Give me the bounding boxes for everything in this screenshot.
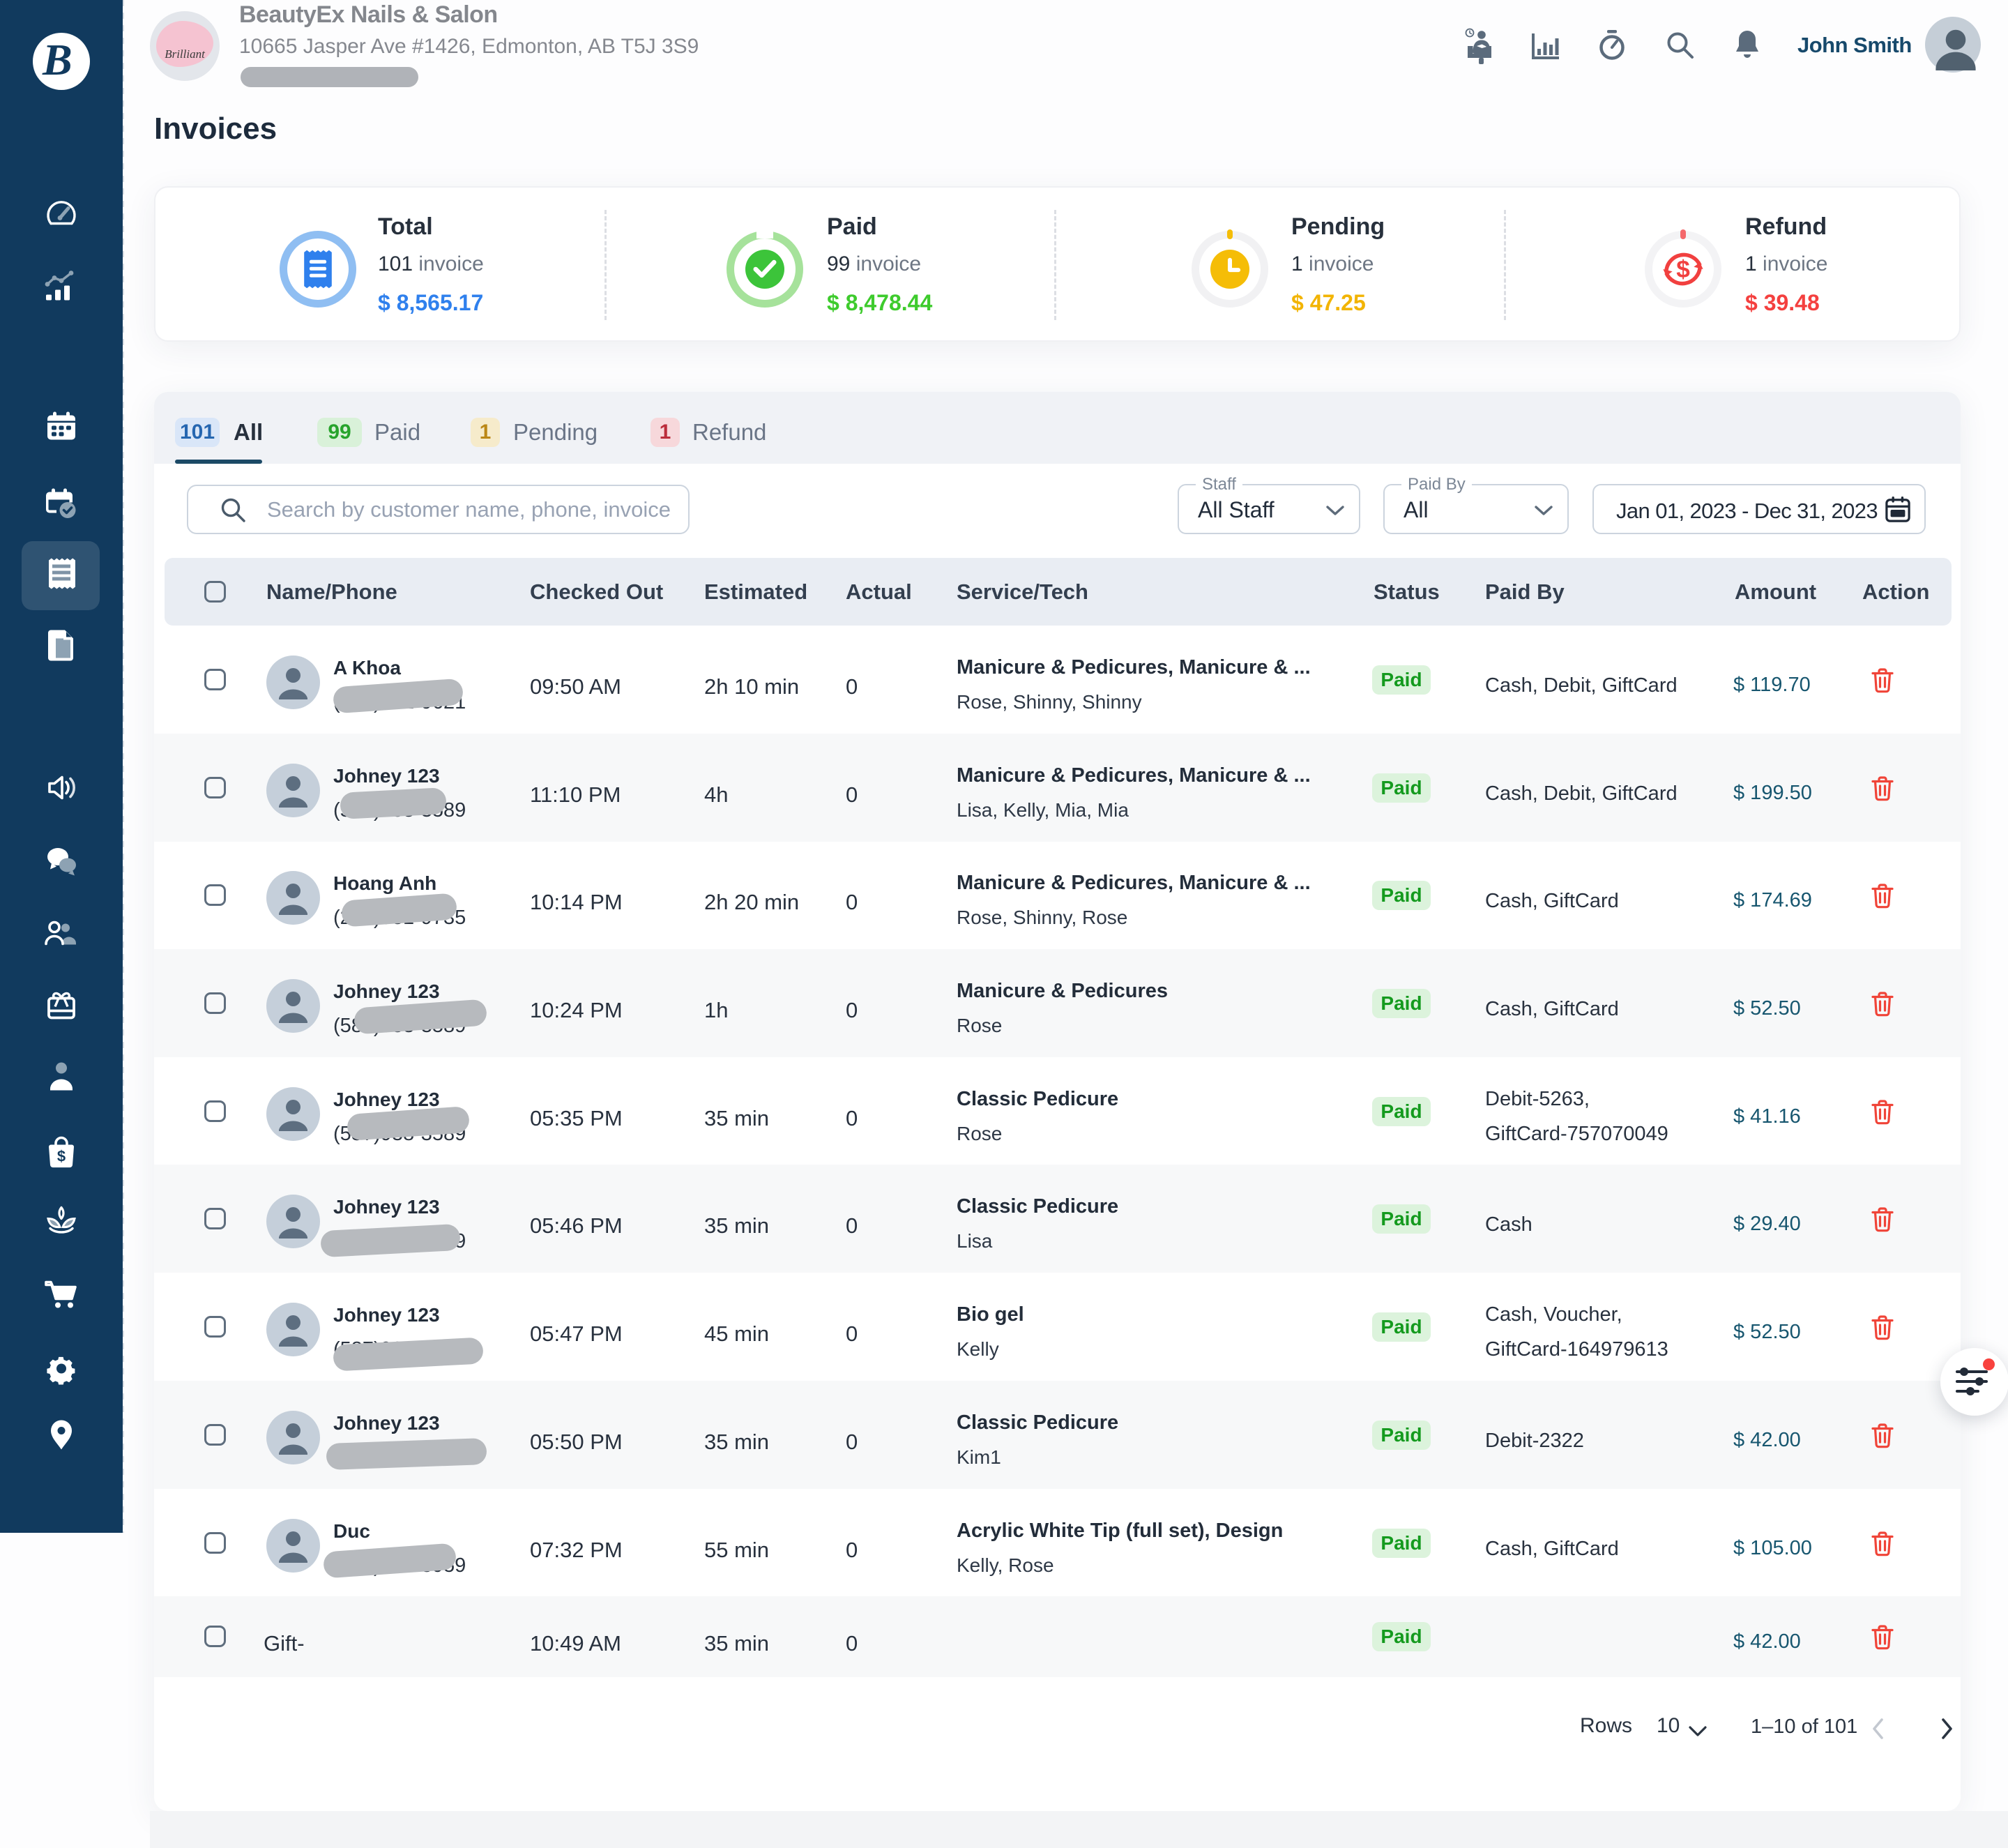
svg-text:$: $ (1676, 256, 1690, 283)
svg-text:$: $ (57, 1148, 66, 1165)
